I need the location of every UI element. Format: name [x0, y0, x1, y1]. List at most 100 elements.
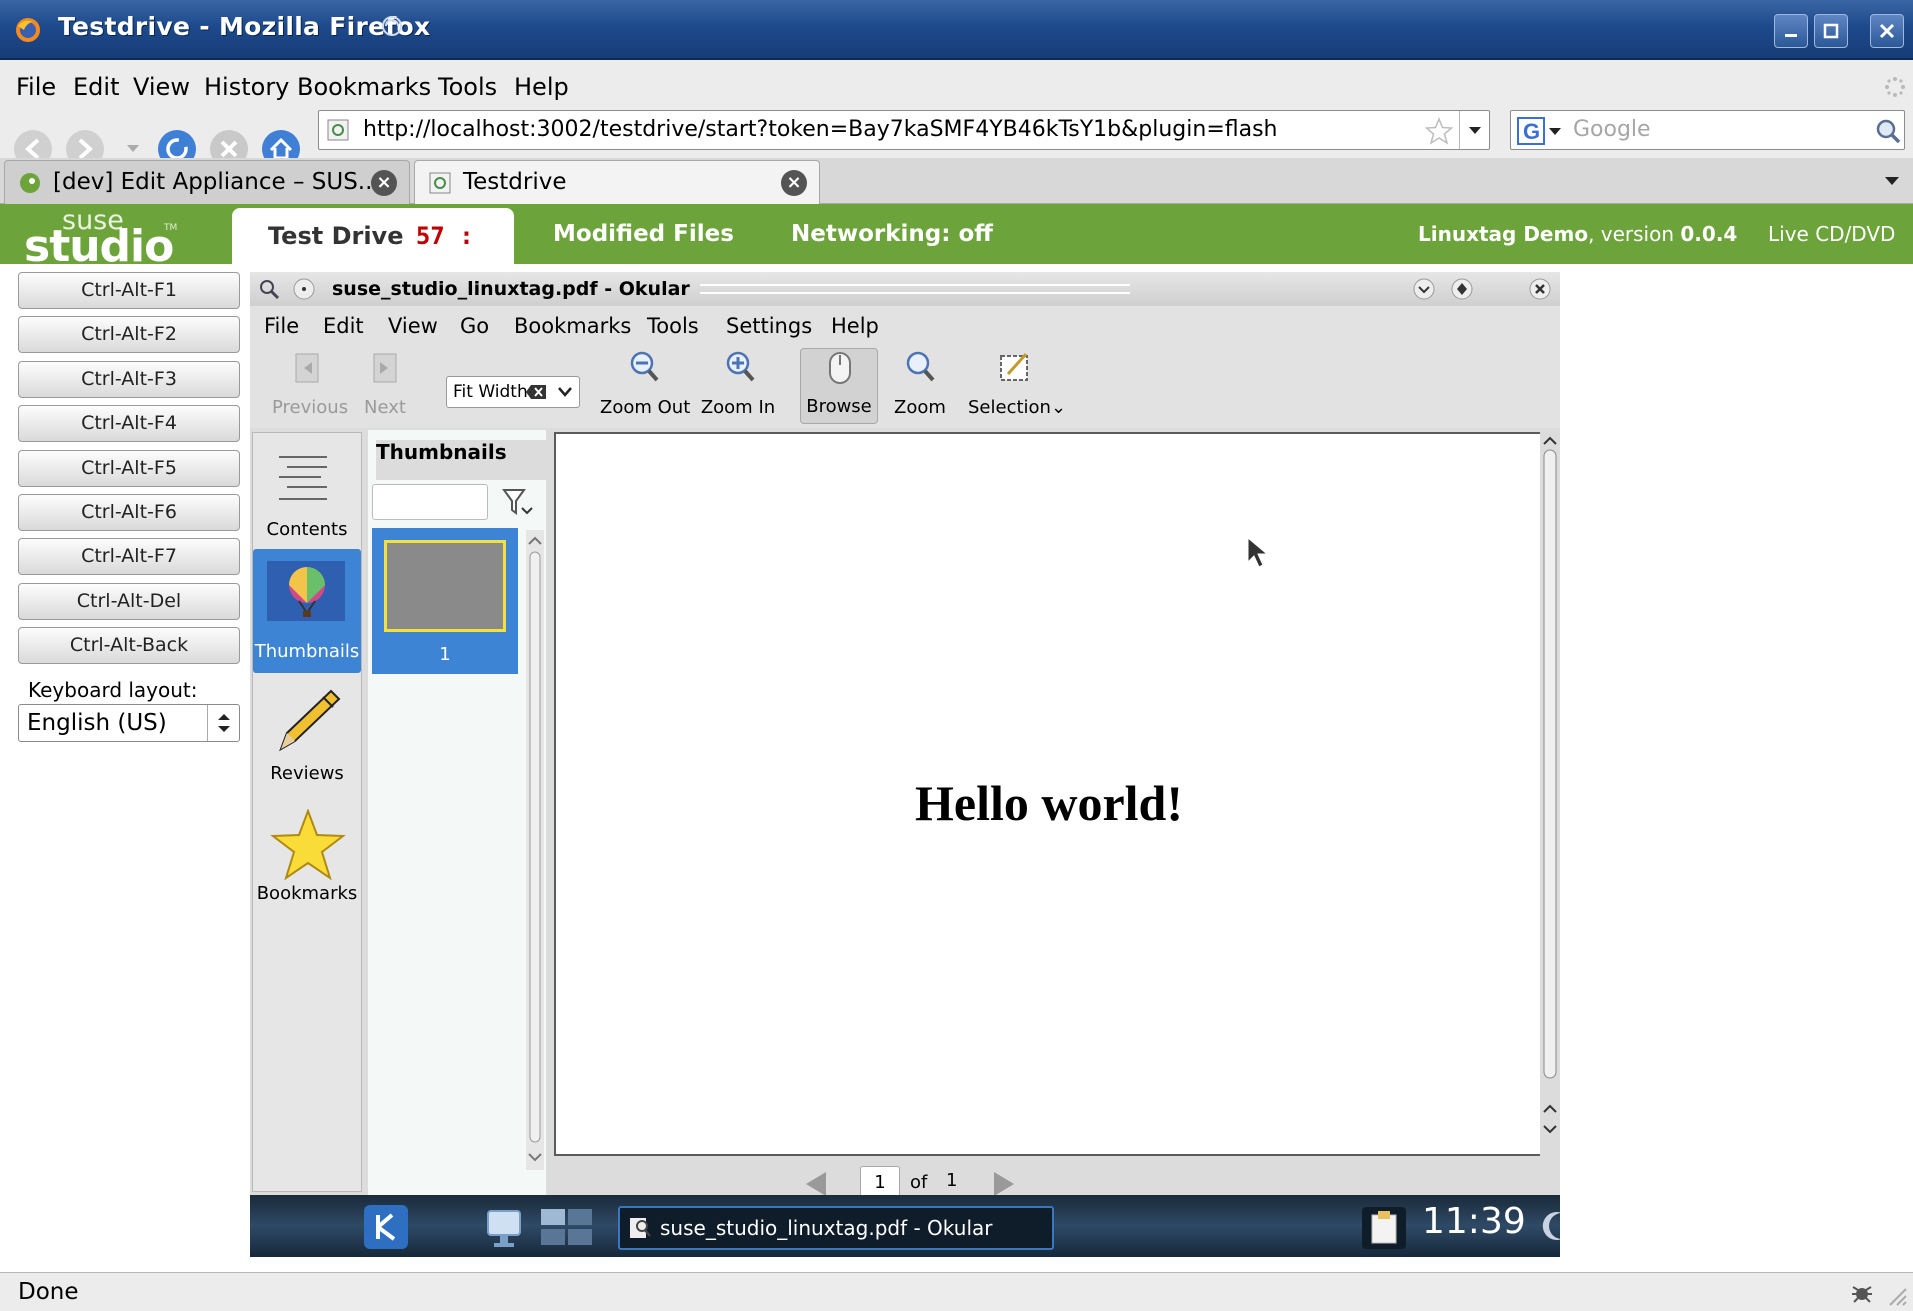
prev-page-arrow-icon[interactable] — [804, 1170, 828, 1198]
close-icon[interactable] — [1528, 277, 1552, 301]
menu-file[interactable]: File — [16, 60, 56, 114]
okular-menu-tools[interactable]: Tools — [647, 314, 699, 338]
ctrl-alt-f5-button[interactable]: Ctrl-Alt-F5 — [18, 450, 240, 487]
minimize-icon[interactable] — [1412, 277, 1436, 301]
url-text[interactable]: http://localhost:3002/testdrive/start?to… — [363, 117, 1278, 142]
okular-menu-help[interactable]: Help — [831, 314, 879, 338]
tab-edit-appliance[interactable]: [dev] Edit Appliance – SUS... × — [4, 160, 410, 204]
zoom-level-value: Fit Width — [453, 382, 528, 402]
previous-button[interactable]: Previous — [272, 348, 348, 424]
menu-history[interactable]: History — [204, 60, 289, 114]
menu-help[interactable]: Help — [514, 60, 569, 114]
zoom-in-icon — [724, 350, 756, 384]
search-bar[interactable]: G Google — [1510, 110, 1905, 150]
pencil-icon — [273, 687, 343, 757]
tab-strip: [dev] Edit Appliance – SUS... × Testdriv… — [0, 158, 1913, 204]
history-dropdown-icon[interactable] — [126, 144, 140, 154]
ctrl-alt-del-button[interactable]: Ctrl-Alt-Del — [18, 583, 240, 620]
chevron-down-icon[interactable] — [557, 386, 573, 398]
keyboard-layout-label: Keyboard layout: — [28, 678, 198, 702]
desktop-icon[interactable] — [484, 1205, 524, 1249]
okular-menu-view[interactable]: View — [388, 314, 438, 338]
maximize-icon[interactable] — [1450, 277, 1474, 301]
window-title: Testdrive - Mozilla Firefox — [58, 12, 431, 41]
okular-task-icon — [628, 1216, 652, 1240]
reviews-label: Reviews — [270, 763, 344, 784]
okular-menu-settings[interactable]: Settings — [726, 314, 812, 338]
okular-menu-edit[interactable]: Edit — [323, 314, 364, 338]
search-magnifier-icon[interactable] — [1875, 118, 1901, 144]
ctrl-alt-f6-button[interactable]: Ctrl-Alt-F6 — [18, 494, 240, 531]
vm-screen[interactable]: suse_studio_linuxtag.pdf - Okular File E… — [250, 272, 1560, 1257]
kde-moon-icon — [1542, 1211, 1560, 1241]
menu-view[interactable]: View — [133, 60, 190, 114]
keyboard-layout-select[interactable]: English (US) — [18, 704, 240, 742]
select-arrows-icon — [207, 705, 239, 741]
bookmarks-label: Bookmarks — [256, 883, 358, 904]
menu-tools[interactable]: Tools — [438, 60, 497, 114]
ctrl-alt-f7-button[interactable]: Ctrl-Alt-F7 — [18, 538, 240, 575]
pager-icon[interactable] — [540, 1207, 594, 1247]
ctrl-alt-f4-button[interactable]: Ctrl-Alt-F4 — [18, 405, 240, 442]
okular-toolbar: Previous Next Fit Width Zoom Out Zoom In… — [250, 348, 1560, 428]
modified-files-tab[interactable]: Modified Files — [553, 204, 734, 264]
page-of-label: of — [910, 1172, 928, 1193]
tab-testdrive[interactable]: Testdrive × — [414, 160, 820, 204]
thumbnail-preview — [384, 540, 506, 632]
ctrl-alt-f3-button[interactable]: Ctrl-Alt-F3 — [18, 361, 240, 398]
sidebar-thumbnails[interactable]: Thumbnails — [253, 549, 361, 673]
tab-list-dropdown-icon[interactable] — [1884, 176, 1900, 188]
okular-menu-go[interactable]: Go — [460, 314, 489, 338]
selection-tool-button[interactable]: Selection⌄ — [968, 348, 1066, 424]
clipboard-icon[interactable] — [1362, 1207, 1406, 1249]
networking-tab[interactable]: Networking: off — [791, 204, 993, 264]
contents-icon — [273, 449, 337, 509]
maximize-button[interactable] — [1814, 14, 1848, 48]
bug-icon[interactable] — [1850, 1281, 1874, 1305]
minimize-button[interactable] — [1774, 14, 1808, 48]
thumbnail-filter-input[interactable] — [372, 484, 488, 520]
clear-icon[interactable] — [525, 384, 547, 400]
filter-icon[interactable] — [502, 488, 534, 518]
zoom-out-button[interactable]: Zoom Out — [600, 348, 690, 424]
browse-button[interactable]: Browse — [800, 348, 878, 424]
kde-menu-icon[interactable] — [364, 1205, 408, 1249]
resize-grip-icon[interactable] — [1886, 1285, 1908, 1307]
url-dropdown-icon[interactable] — [1459, 111, 1489, 149]
star-icon — [269, 809, 347, 883]
zoom-level-combo[interactable]: Fit Width — [446, 376, 580, 408]
tab-close-icon[interactable]: × — [781, 170, 807, 196]
sidebar-contents[interactable]: Contents — [253, 441, 361, 541]
sidebar-reviews[interactable]: Reviews — [253, 681, 361, 791]
thumbnail-page-1[interactable]: 1 — [372, 528, 518, 674]
browse-label: Browse — [806, 396, 872, 417]
document-page[interactable]: Hello world! — [554, 432, 1544, 1156]
next-button[interactable]: Next — [360, 348, 410, 424]
ctrl-alt-back-button[interactable]: Ctrl-Alt-Back — [18, 627, 240, 664]
sidebar-bookmarks[interactable]: Bookmarks — [253, 803, 361, 913]
url-bar[interactable]: http://localhost:3002/testdrive/start?to… — [318, 110, 1490, 150]
close-window-button[interactable] — [1870, 14, 1904, 48]
menu-bookmarks[interactable]: Bookmarks — [297, 60, 431, 114]
google-engine-icon[interactable]: G — [1517, 117, 1563, 145]
menu-edit[interactable]: Edit — [73, 60, 119, 114]
tab-close-icon[interactable]: × — [371, 170, 397, 196]
next-label: Next — [364, 397, 406, 418]
ctrl-alt-f1-button[interactable]: Ctrl-Alt-F1 — [18, 272, 240, 309]
document-scrollbar[interactable] — [1540, 432, 1560, 1156]
okular-menu-file[interactable]: File — [264, 314, 299, 338]
taskbar-okular-task[interactable]: suse_studio_linuxtag.pdf - Okular — [618, 1206, 1054, 1250]
suse-studio-logo[interactable]: suse studio TM — [22, 205, 192, 272]
window-menu-icon[interactable] — [292, 277, 316, 301]
ctrl-alt-f2-button[interactable]: Ctrl-Alt-F2 — [18, 316, 240, 353]
okular-window-title: suse_studio_linuxtag.pdf - Okular — [332, 278, 690, 300]
menubar: File Edit View History Bookmarks Tools H… — [0, 60, 1913, 114]
okular-menu-bookmarks[interactable]: Bookmarks — [514, 314, 631, 338]
next-page-arrow-icon[interactable] — [992, 1170, 1016, 1198]
bookmark-star-icon[interactable] — [1425, 117, 1453, 145]
search-placeholder[interactable]: Google — [1573, 117, 1651, 142]
thumbnail-scrollbar[interactable] — [526, 530, 544, 1170]
zoom-tool-button[interactable]: Zoom — [890, 348, 950, 424]
test-drive-tab[interactable]: Test Drive 57 : 59 — [232, 208, 514, 306]
zoom-in-button[interactable]: Zoom In — [698, 348, 778, 424]
